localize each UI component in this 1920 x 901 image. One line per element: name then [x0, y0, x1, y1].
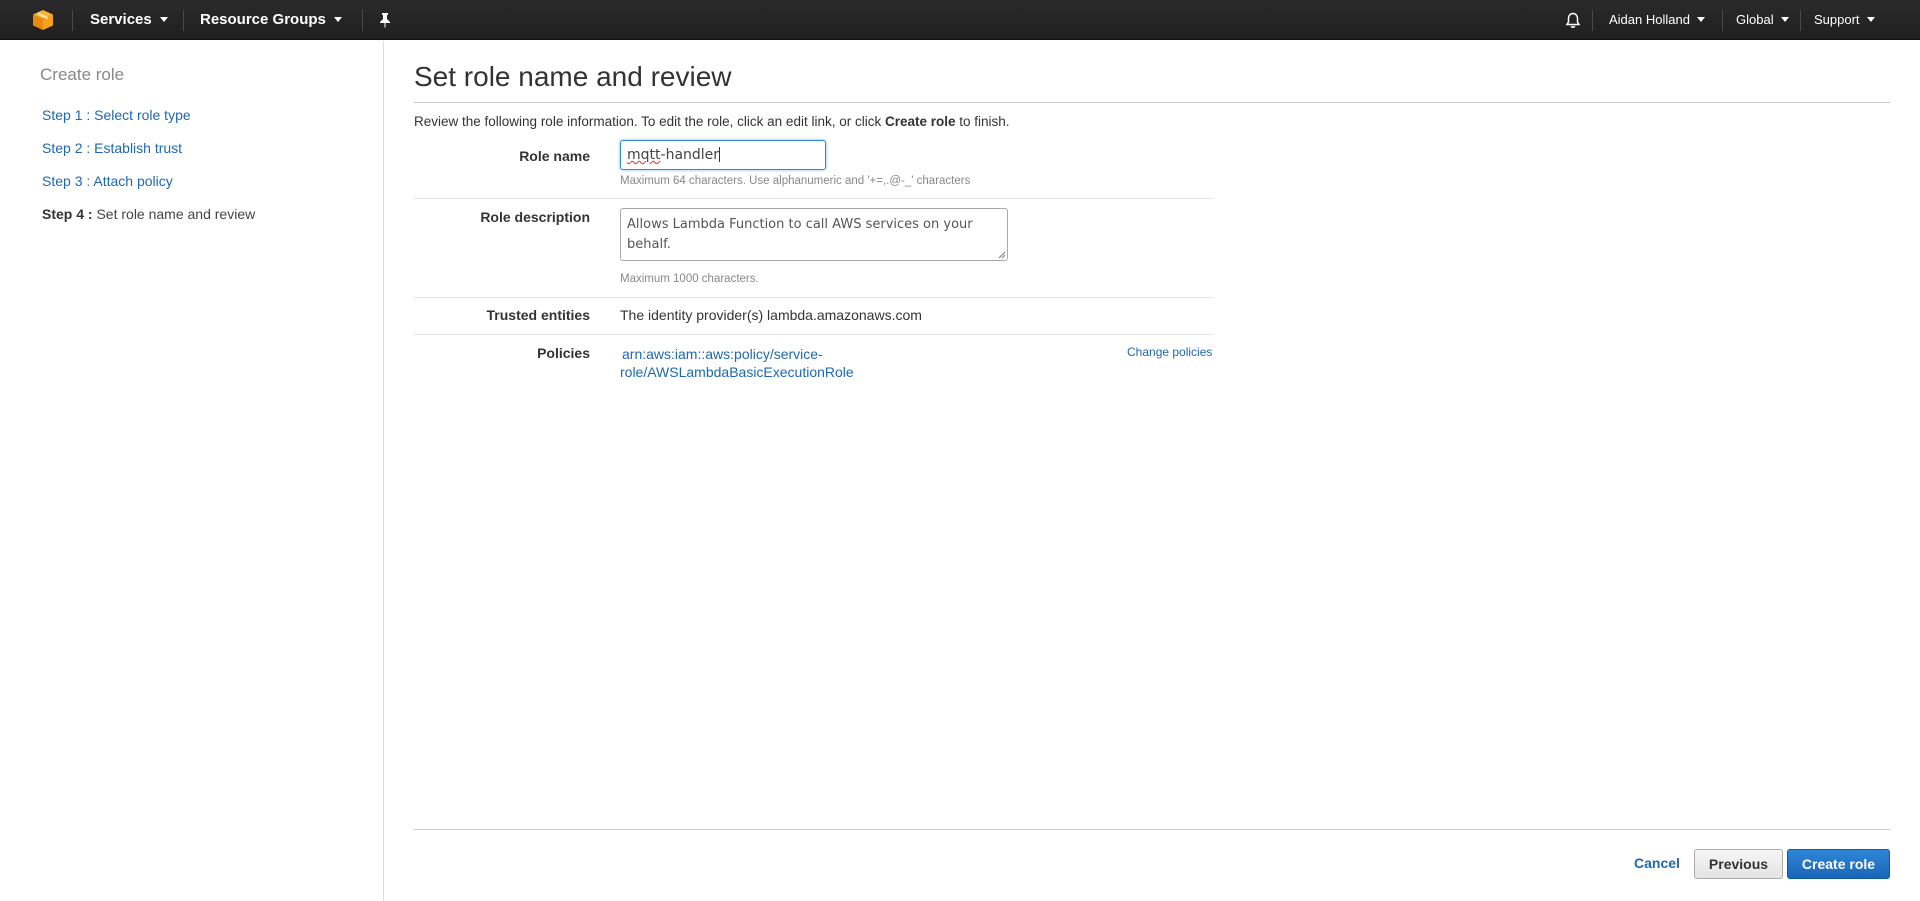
trusted-entities-value: The identity provider(s) lambda.amazonaw…	[620, 307, 922, 323]
step-2-link[interactable]: Step 2 : Establish trust	[42, 140, 182, 156]
resource-groups-menu[interactable]: Resource Groups	[200, 0, 342, 40]
chevron-down-icon	[1780, 17, 1789, 23]
create-role-button[interactable]: Create role	[1787, 849, 1890, 879]
resource-groups-label: Resource Groups	[200, 11, 326, 28]
page-title: Set role name and review	[414, 61, 732, 92]
step-4-current: Step 4 : Set role name and review	[42, 206, 255, 222]
pushpin-icon[interactable]	[378, 12, 392, 28]
cancel-button[interactable]: Cancel	[1634, 855, 1680, 871]
role-description-textarea[interactable]: Allows Lambda Function to call AWS servi…	[620, 208, 1008, 261]
services-menu[interactable]: Services	[90, 0, 168, 40]
region-label: Global	[1736, 12, 1774, 27]
aws-cube-icon[interactable]	[32, 9, 54, 31]
chevron-down-icon	[333, 16, 342, 22]
divider	[362, 10, 363, 31]
step-4-label: Set role name and review	[96, 206, 256, 222]
bell-icon[interactable]	[1565, 12, 1581, 29]
policy-arn-line2: role/AWSLambdaBasicExecutionRole	[620, 364, 854, 380]
policy-arn-link[interactable]: arn:aws:iam::aws:policy/service- role/AW…	[620, 345, 854, 381]
support-menu[interactable]: Support	[1814, 0, 1875, 40]
policies-label: Policies	[537, 345, 590, 361]
step-1-link[interactable]: Step 1 : Select role type	[42, 107, 191, 123]
role-name-input[interactable]: mqtt-handler	[620, 140, 826, 170]
previous-button[interactable]: Previous	[1694, 849, 1783, 879]
change-policies-link[interactable]: Change policies	[1127, 345, 1212, 359]
top-navigation-bar: Services Resource Groups Aidan Holland G…	[0, 0, 1920, 40]
divider	[414, 829, 1890, 830]
chevron-down-icon	[159, 16, 168, 22]
role-name-label: Role name	[519, 148, 590, 164]
intro-suffix: to finish.	[955, 114, 1010, 129]
chevron-down-icon	[1866, 17, 1875, 23]
region-menu[interactable]: Global	[1736, 0, 1789, 40]
divider	[414, 198, 1214, 199]
divider	[414, 334, 1214, 335]
step-4-number: Step 4 :	[42, 206, 93, 222]
trusted-entities-label: Trusted entities	[486, 307, 590, 323]
role-description-label: Role description	[480, 209, 590, 225]
divider	[414, 297, 1214, 298]
intro-text: Review the following role information. T…	[414, 114, 1010, 129]
intro-prefix: Review the following role information. T…	[414, 114, 885, 129]
support-label: Support	[1814, 12, 1860, 27]
role-name-hint: Maximum 64 characters. Use alphanumeric …	[620, 175, 971, 187]
text-cursor	[719, 146, 721, 162]
divider	[1592, 10, 1593, 31]
user-name: Aidan Holland	[1609, 12, 1690, 27]
role-description-hint: Maximum 1000 characters.	[620, 273, 759, 285]
resize-handle-icon[interactable]	[998, 251, 1006, 259]
divider	[183, 10, 184, 31]
intro-bold: Create role	[884, 114, 956, 129]
step-3-link[interactable]: Step 3 : Attach policy	[42, 173, 173, 189]
role-name-value-part1: mqtt	[627, 147, 661, 163]
chevron-down-icon	[1696, 17, 1705, 23]
role-name-value-part2: -handler	[660, 147, 720, 163]
user-menu[interactable]: Aidan Holland	[1609, 0, 1705, 40]
sidebar-title: Create role	[40, 65, 125, 84]
wizard-sidebar: Create role Step 1 : Select role type St…	[0, 41, 384, 901]
divider	[1800, 10, 1801, 31]
policy-arn-line1: arn:aws:iam::aws:policy/service-	[622, 346, 823, 362]
services-label: Services	[90, 11, 152, 28]
divider	[1722, 10, 1723, 31]
divider	[414, 102, 1890, 103]
divider	[72, 10, 73, 31]
main-content: Set role name and review Review the foll…	[414, 41, 1890, 901]
